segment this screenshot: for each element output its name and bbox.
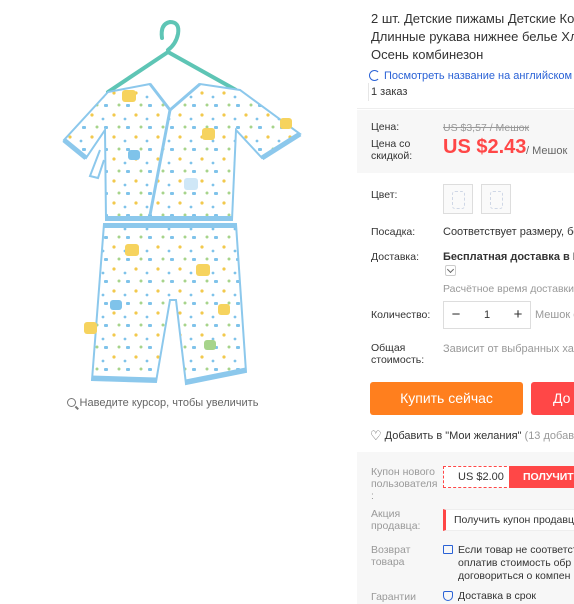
- title-line: Осень комбинезон: [371, 47, 484, 62]
- translate-link-text[interactable]: Посмотреть название на английском: [384, 70, 572, 82]
- zoom-hint: Наведите курсор, чтобы увеличить: [0, 397, 325, 409]
- return-icon: [443, 545, 453, 554]
- old-price: US $3,57 / Мешок: [443, 122, 530, 134]
- buy-now-button[interactable]: Купить сейчас: [370, 382, 523, 415]
- color-swatch-2[interactable]: [481, 184, 511, 214]
- delivery-estimate: Расчётное время доставки: [443, 283, 574, 295]
- pants: [84, 223, 248, 386]
- seller-coupon[interactable]: Получить купон продавц: [443, 509, 574, 531]
- translate-icon: [369, 70, 380, 81]
- title-line: Длинные рукава нижнее белье Хл: [371, 29, 574, 44]
- guarantee-label: Гарантии: [371, 591, 416, 603]
- discount-price-label: Цена со скидкой:: [371, 138, 413, 162]
- zoom-hint-text: Наведите курсор, чтобы увеличить: [79, 397, 259, 409]
- divider: [357, 108, 574, 109]
- quantity-input[interactable]: 1: [468, 302, 506, 328]
- get-coupon-button[interactable]: ПОЛУЧИТЬ: [509, 466, 574, 488]
- increase-quantity-button[interactable]: +: [506, 302, 530, 328]
- shipping-label: Доставка:: [371, 251, 420, 263]
- fit-value: Соответствует размеру, бер: [443, 226, 574, 238]
- decrease-quantity-button[interactable]: −: [444, 302, 468, 328]
- return-line: договориться о компен: [458, 570, 571, 582]
- quantity-label: Количество:: [371, 309, 431, 321]
- side-tie: [88, 149, 105, 180]
- product-title: 2 шт. Детские пижамы Детские Ко Длинные …: [371, 10, 574, 64]
- wishlist-text[interactable]: Добавить в "Мои желания": [385, 430, 522, 442]
- price-label: Цена:: [371, 121, 400, 133]
- product-main-image[interactable]: [0, 0, 357, 393]
- swatch-thumbnail: [452, 191, 465, 209]
- total-value: Зависит от выбранных хар: [443, 343, 574, 355]
- chevron-down-icon[interactable]: [445, 265, 456, 276]
- guarantee-value: Доставка в срок: [458, 590, 537, 602]
- quantity-note: Мешок о: [535, 309, 574, 321]
- quantity-stepper: − 1 +: [443, 301, 531, 329]
- product-photo-svg: [62, 19, 302, 386]
- translate-title-link[interactable]: Посмотреть название на английском: [369, 68, 572, 82]
- seller-promo-label: Акция продавца:: [371, 508, 421, 532]
- add-to-cart-button[interactable]: До: [531, 382, 574, 415]
- new-user-coupon-label: Купон нового пользователя :: [371, 466, 438, 502]
- wishlist-count: (13 добав: [524, 430, 574, 442]
- new-user-coupon: US $2.00 ПОЛУЧИТЬ: [443, 466, 574, 488]
- color-swatch-1[interactable]: [443, 184, 473, 214]
- product-info: 2 шт. Детские пижамы Детские Ко Длинные …: [357, 0, 574, 604]
- add-to-wishlist[interactable]: ♡ Добавить в "Мои желания" (13 добав: [370, 427, 574, 443]
- color-label: Цвет:: [371, 189, 398, 201]
- heart-icon: ♡: [370, 428, 382, 443]
- discount-price: US $2.43: [443, 136, 527, 158]
- hanger: [106, 19, 238, 94]
- shipping-value: Бесплатная доставка в Ru: [443, 251, 574, 263]
- total-label: Общая стоимость:: [371, 342, 425, 366]
- return-line: оплатив стоимость обр: [458, 557, 572, 569]
- product-gallery: [0, 0, 357, 393]
- coupon-amount: US $2.00: [458, 471, 504, 483]
- swatch-thumbnail: [490, 191, 503, 209]
- seller-coupon-text[interactable]: Получить купон продавц: [454, 510, 574, 530]
- price-unit: / Мешок: [526, 145, 568, 157]
- magnifier-icon: [66, 398, 76, 407]
- return-label: Возврат товара: [371, 544, 411, 568]
- fit-label: Посадка:: [371, 226, 416, 238]
- orders-count: 1 заказ: [367, 83, 408, 101]
- return-line: Если товар не соответст: [458, 544, 574, 556]
- shield-icon: [443, 591, 453, 601]
- title-line: 2 шт. Детские пижамы Детские Ко: [371, 11, 574, 26]
